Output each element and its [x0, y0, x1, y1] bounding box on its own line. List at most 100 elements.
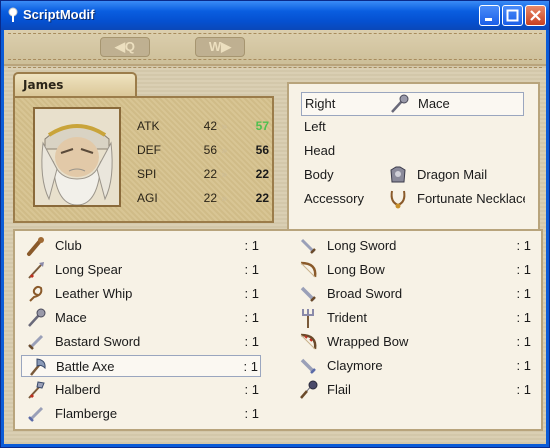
item-name: Halberd: [55, 382, 101, 397]
sword-icon: [28, 334, 44, 350]
flail-icon: [300, 380, 318, 399]
item-name: Mace: [55, 310, 87, 325]
prev-actor-button[interactable]: ◀Q: [100, 37, 150, 57]
list-item[interactable]: Mace : 1: [21, 307, 261, 329]
equip-slot-head[interactable]: Head: [301, 140, 522, 162]
face-portrait-icon: [35, 109, 119, 205]
stitch-divider: [8, 67, 542, 68]
slot-label: Accessory: [304, 191, 364, 206]
stitch-divider: [8, 33, 542, 34]
slot-item: Mace: [418, 96, 450, 111]
item-qty: : 1: [516, 310, 531, 325]
app-icon: [8, 7, 18, 22]
slot-item: Dragon Mail: [417, 167, 488, 182]
list-item[interactable]: Club : 1: [21, 235, 261, 257]
list-item[interactable]: Long Bow : 1: [293, 259, 533, 281]
equip-slot-body[interactable]: Body Dragon Mail: [301, 164, 522, 186]
armor-icon: [390, 166, 406, 183]
item-qty: : 1: [516, 334, 531, 349]
equip-slot-panel: Right Mace Left Head Body Dragon Mail Ac…: [287, 82, 540, 242]
stat-arrow-icon: »: [221, 120, 228, 133]
item-qty: : 1: [516, 286, 531, 301]
axe-icon: [30, 358, 46, 376]
item-name: Long Sword: [327, 238, 397, 253]
sword-icon: [300, 238, 316, 254]
mace-icon: [391, 94, 409, 113]
stat-new-spi: 22: [255, 167, 269, 181]
stat-label-spi: SPI: [137, 167, 157, 181]
list-item[interactable]: Flail : 1: [293, 379, 533, 401]
stat-label-def: DEF: [137, 143, 161, 157]
sword-icon: [28, 406, 44, 422]
slot-label: Left: [304, 119, 326, 134]
minimize-button[interactable]: [479, 5, 500, 26]
minimize-icon: [485, 18, 492, 21]
list-item[interactable]: Flamberge : 1: [21, 403, 261, 425]
item-name: Long Bow: [327, 262, 385, 277]
close-button[interactable]: [525, 5, 546, 26]
list-item[interactable]: Bastard Sword : 1: [21, 331, 261, 353]
stat-arrow-icon: »: [221, 144, 228, 157]
list-item[interactable]: Long Sword : 1: [293, 235, 533, 257]
title-bar[interactable]: ScriptModif: [1, 1, 549, 30]
stat-arrow-icon: »: [221, 168, 228, 181]
list-item[interactable]: Trident : 1: [293, 307, 533, 329]
list-item[interactable]: Wrapped Bow : 1: [293, 331, 533, 353]
item-qty: : 1: [516, 262, 531, 277]
list-item[interactable]: Claymore : 1: [293, 355, 533, 377]
item-qty: : 1: [243, 359, 258, 374]
halberd-icon: [28, 381, 45, 399]
equip-slot-accessory[interactable]: Accessory Fortunate Necklace: [301, 188, 525, 210]
game-screen: ◀Q W▶ James ATK 42 » 57 DEF 56 » 56 SPI …: [4, 30, 546, 444]
actor-status-panel: James ATK 42 » 57 DEF 56 » 56 SPI 22 » 2…: [13, 72, 274, 225]
window-title: ScriptModif: [23, 7, 95, 22]
stat-arrow-icon: »: [221, 192, 228, 205]
item-qty: : 1: [516, 238, 531, 253]
club-icon: [27, 237, 44, 256]
actor-name: James: [23, 78, 64, 92]
maximize-button[interactable]: [502, 5, 523, 26]
item-qty: : 1: [244, 238, 259, 253]
item-qty: : 1: [244, 286, 259, 301]
item-qty: : 1: [516, 382, 531, 397]
sword-icon: [300, 358, 316, 374]
item-qty: : 1: [244, 382, 259, 397]
actor-name-tab: James: [13, 72, 137, 98]
item-name: Trident: [327, 310, 367, 325]
next-actor-button[interactable]: W▶: [195, 37, 245, 57]
stat-new-atk: 57: [255, 119, 269, 133]
stat-current-agi: 22: [203, 191, 217, 205]
sword-icon: [300, 286, 316, 302]
equip-slot-left[interactable]: Left: [301, 116, 522, 138]
item-qty: : 1: [244, 406, 259, 421]
equip-slot-right[interactable]: Right Mace: [301, 92, 524, 116]
stat-current-def: 56: [203, 143, 217, 157]
slot-label: Head: [304, 143, 336, 158]
item-name: Bastard Sword: [55, 334, 141, 349]
list-item[interactable]: Leather Whip : 1: [21, 283, 261, 305]
stat-new-agi: 22: [255, 191, 269, 205]
mace-icon: [28, 308, 46, 327]
actor-body: ATK 42 » 57 DEF 56 » 56 SPI 22 » 22 AGI …: [13, 96, 274, 223]
list-item[interactable]: Halberd : 1: [21, 379, 261, 401]
stat-label-atk: ATK: [137, 119, 160, 133]
item-name: Long Spear: [55, 262, 123, 277]
whip-icon: [29, 285, 43, 302]
trident-icon: [302, 309, 314, 328]
item-qty: : 1: [516, 358, 531, 373]
list-item-selected[interactable]: Battle Axe : 1: [21, 355, 261, 377]
slot-label: Right: [305, 96, 336, 111]
item-qty: : 1: [244, 334, 259, 349]
list-item[interactable]: Broad Sword : 1: [293, 283, 533, 305]
stat-label-agi: AGI: [137, 191, 158, 205]
item-name: Leather Whip: [55, 286, 133, 301]
nav-bar: ◀Q W▶: [4, 30, 546, 66]
maximize-icon: [506, 9, 519, 22]
close-icon: [530, 10, 541, 21]
bow-icon: [300, 333, 317, 350]
stat-current-atk: 42: [203, 119, 217, 133]
list-item[interactable]: Long Spear : 1: [21, 259, 261, 281]
necklace-icon: [390, 190, 406, 209]
slot-item: Fortunate Necklace: [417, 191, 525, 206]
slot-label: Body: [304, 167, 334, 182]
